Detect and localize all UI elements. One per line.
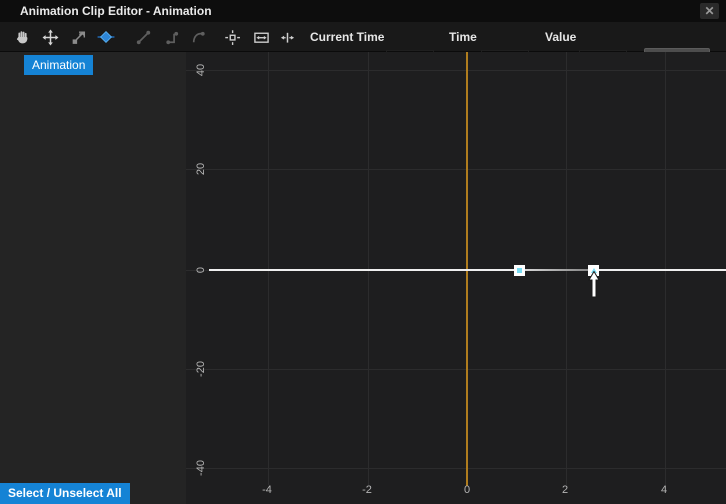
y-axis-tick: 0 — [195, 255, 207, 285]
fit-horizontal-icon[interactable] — [249, 25, 273, 49]
toolbar: Current Time Time Value Preferences — [0, 22, 726, 52]
x-axis-tick: -2 — [352, 484, 382, 496]
x-axis-tick: -4 — [252, 484, 282, 496]
select-unselect-all-button[interactable]: Select / Unselect All — [0, 483, 130, 504]
window-title: Animation Clip Editor - Animation — [20, 0, 212, 22]
keyframe-1[interactable] — [514, 265, 525, 276]
y-axis-tick: -20 — [195, 354, 207, 384]
current-time-label: Current Time — [310, 22, 384, 52]
gridline — [186, 70, 726, 71]
track-panel: Animation Select / Unselect All — [0, 52, 186, 504]
gridline — [186, 468, 726, 469]
animation-clip-editor-window: Animation Clip Editor - Animation ✕ — [0, 0, 726, 504]
gridline — [186, 169, 726, 170]
value-label: Value — [545, 22, 576, 52]
expand-horizontal-icon[interactable] — [275, 25, 299, 49]
y-axis-tick: 20 — [195, 154, 207, 184]
mouse-cursor — [587, 271, 601, 303]
curve-segment-between-keys[interactable] — [524, 269, 594, 271]
keyframe-diamond-icon[interactable] — [94, 25, 118, 49]
track-animation-button[interactable]: Animation — [24, 55, 93, 75]
title-bar: Animation Clip Editor - Animation ✕ — [0, 0, 726, 22]
y-axis-tick: -40 — [195, 453, 207, 483]
animation-curve[interactable] — [209, 269, 726, 271]
scale-icon[interactable] — [66, 25, 90, 49]
pan-hand-icon[interactable] — [10, 25, 34, 49]
y-axis-tick: 40 — [195, 55, 207, 85]
x-axis-tick: 4 — [649, 484, 679, 496]
linear-tangent-icon[interactable] — [131, 25, 155, 49]
center-on-selection-icon[interactable] — [220, 25, 244, 49]
smooth-tangent-icon[interactable] — [186, 25, 210, 49]
time-label: Time — [449, 22, 477, 52]
keyframe-1-glyph — [517, 268, 522, 273]
close-icon[interactable]: ✕ — [700, 3, 719, 19]
x-axis-tick: 0 — [452, 484, 482, 496]
x-axis-tick: 2 — [550, 484, 580, 496]
step-tangent-icon[interactable] — [160, 25, 184, 49]
curve-editor-canvas[interactable]: 40 20 0 -20 -40 -4 -2 0 2 4 — [186, 52, 726, 504]
move-icon[interactable] — [38, 25, 62, 49]
gridline — [186, 369, 726, 370]
